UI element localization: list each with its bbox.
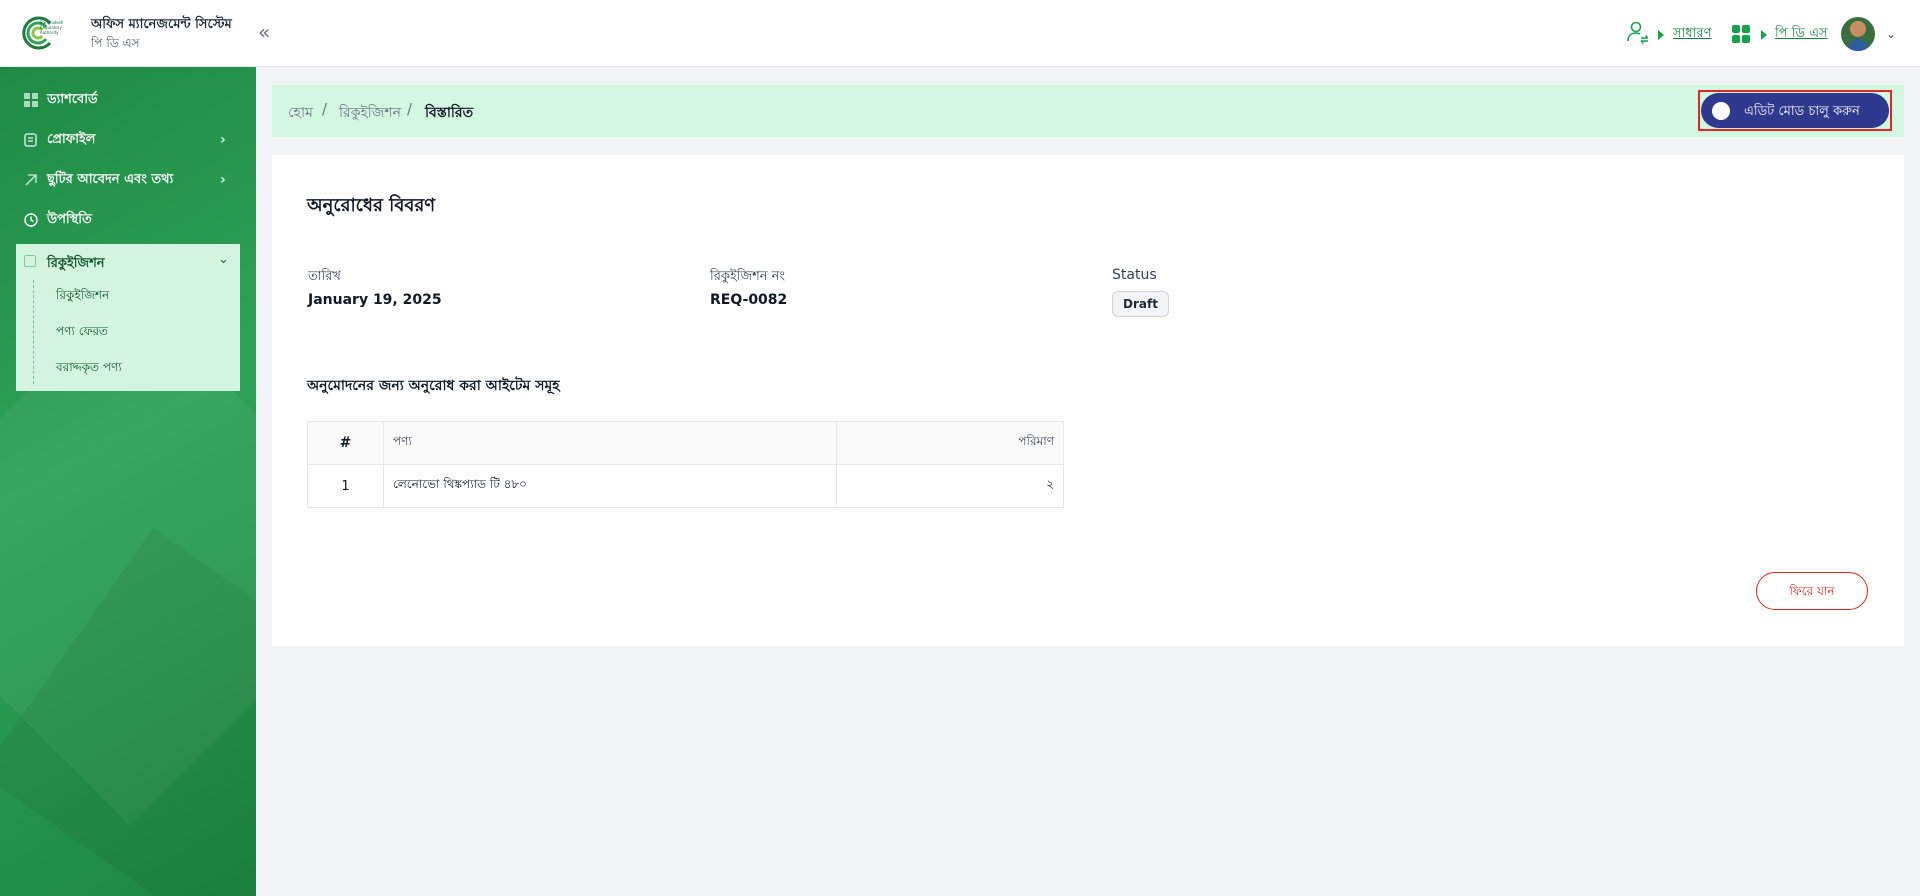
sidebar-item-attendance[interactable]: উপস্থিতি [0,202,256,238]
submenu-item-requisition[interactable]: রিকুইজিশন [56,287,109,307]
requisition-no-label: রিকুইজিশন নং [710,269,786,284]
chevron-right-icon: › [220,172,226,188]
status-badge: Draft [1112,291,1169,317]
cell-product: লেনোভো থিঙ্কপ্যাড টি ৪৮০ [383,464,837,508]
breadcrumb-current: বিস্তারিত [425,105,474,121]
logo-text: Bangladesh Regulatory Authority [40,20,64,35]
cell-quantity: ২ [836,464,1064,508]
clock-icon [24,213,38,227]
sidebar-item-label: ছুটির আবেদন এবং তথ্য [47,171,174,187]
items-table: # পণ্য পরিমাণ 1 লেনোভো থিঙ্কপ্যাড টি ৪৮০… [307,421,1064,508]
date-value: January 19, 2025 [308,292,442,308]
column-header-index: # [307,421,384,465]
avatar[interactable] [1841,17,1875,51]
table-header-row: # পণ্য পরিমাণ [307,421,1064,465]
sidebar-item-dashboard[interactable]: ড্যাশবোর্ড [0,82,256,118]
breadcrumb: হোম / রিকুইজিশন / বিস্তারিত [272,85,1904,137]
sidebar-item-label: ড্যাশবোর্ড [47,91,98,107]
caret-right-icon [1761,30,1767,40]
requisition-no-value: REQ-0082 [710,292,788,308]
dashboard-grid-icon [24,93,38,107]
module-link[interactable]: পি ডি এস [1775,24,1828,45]
sidebar-item-label: উপস্থিতি [47,211,92,227]
table-row: 1 লেনোভো থিঙ্কপ্যাড টি ৪৮০ ২ [307,464,1064,508]
app-title: অফিস ম্যানেজমেন্ট সিস্টেম [91,17,232,32]
requisition-icon [24,255,36,267]
breadcrumb-requisition[interactable]: রিকুইজিশন [339,101,401,125]
column-header-quantity: পরিমাণ [836,421,1064,465]
app-subtitle: পি ডি এস [91,36,140,50]
breadcrumb-separator: / [407,100,413,118]
back-button[interactable]: ফিরে যান [1756,572,1868,610]
submenu-rail [33,280,34,384]
chevron-right-icon: › [220,132,226,148]
top-bar: Bangladesh Regulatory Authority অফিস ম্য… [0,0,1920,67]
leave-icon [25,174,37,186]
double-chevron-left-icon[interactable]: « [258,21,270,43]
chevron-down-icon[interactable]: ⌄ [1886,27,1896,41]
role-link[interactable]: সাধারণ [1673,24,1711,45]
page-title: অনুরোধের বিবরণ [307,195,436,216]
submenu-item-product-return[interactable]: পণ্য ফেরত [56,323,108,343]
breadcrumb-separator: / [322,100,328,118]
submenu-item-allocated-products[interactable]: বরাদ্দকৃত পণ্য [56,359,122,379]
date-label: তারিখ [308,269,341,284]
apps-grid-icon[interactable] [1732,25,1750,43]
requisition-detail-card: অনুরোধের বিবরণ তারিখ January 19, 2025 রি… [272,155,1904,646]
sidebar-item-profile[interactable]: প্রোফাইল › [0,122,256,158]
user-switch-icon[interactable] [1626,20,1650,44]
profile-card-icon [24,133,37,147]
sidebar-group-requisition: রিকুইজিশন ⌄ রিকুইজিশন পণ্য ফেরত বরাদ্দকৃ… [16,244,240,391]
sidebar: ড্যাশবোর্ড প্রোফাইল › ছুটির আবেদন এবং তথ… [0,67,256,896]
column-header-product: পণ্য [383,421,837,465]
items-section-title: অনুমোদনের জন্য অনুরোধ করা আইটেম সমূহ [307,378,560,394]
status-label: Status [1112,267,1157,283]
chevron-down-icon: ⌄ [218,252,229,267]
annotation-highlight-box [1698,90,1892,131]
sidebar-item-leave[interactable]: ছুটির আবেদন এবং তথ্য › [0,162,256,198]
sidebar-item-label: রিকুইজিশন [47,256,105,271]
breadcrumb-home[interactable]: হোম [288,101,313,125]
sidebar-item-requisition[interactable]: রিকুইজিশন ⌄ [16,244,240,278]
sidebar-item-label: প্রোফাইল [47,131,96,147]
caret-right-icon [1658,30,1664,40]
cell-index: 1 [307,464,384,508]
